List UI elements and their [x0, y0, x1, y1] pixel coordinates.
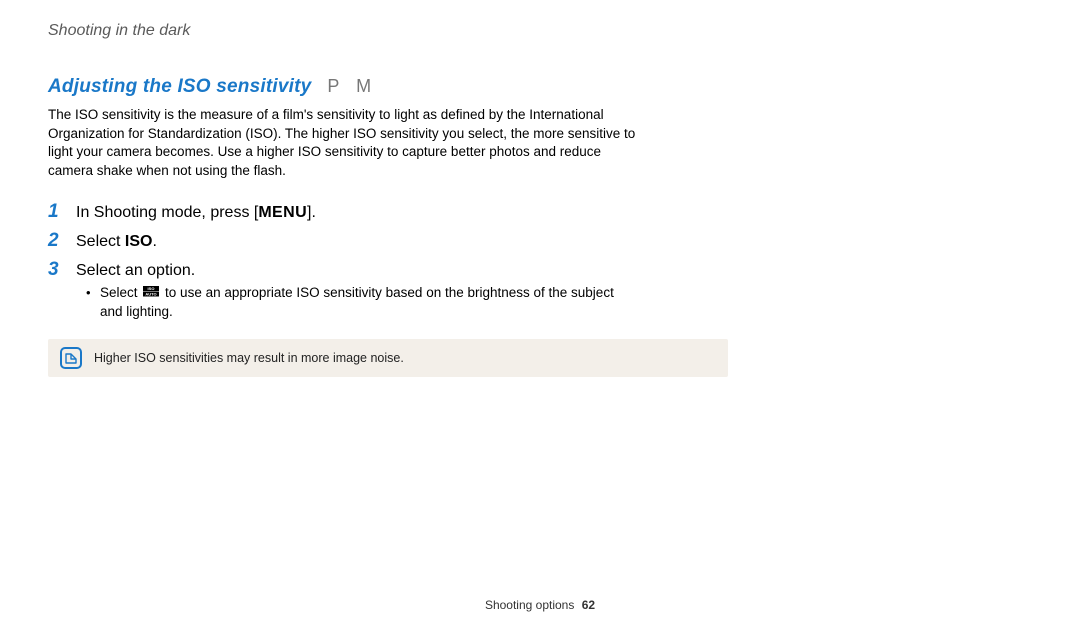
- svg-text:ISO: ISO: [148, 286, 155, 291]
- iso-auto-icon: ISO AUTO: [143, 284, 159, 303]
- note-icon: [60, 347, 82, 369]
- footer-section: Shooting options: [485, 598, 574, 612]
- step-text-pre: Select: [76, 233, 125, 250]
- bullet-pre: Select: [100, 285, 141, 300]
- note-text: Higher ISO sensitivities may result in m…: [94, 351, 404, 365]
- step-1: 1 In Shooting mode, press [MENU].: [48, 201, 648, 224]
- step-text: Select ISO.: [76, 230, 157, 253]
- step-2: 2 Select ISO.: [48, 230, 648, 253]
- step-3: 3 Select an option. Select ISO AUTO to u…: [48, 259, 648, 322]
- manual-page: Shooting in the dark Adjusting the ISO s…: [0, 0, 1080, 630]
- step-text-pre: In Shooting mode, press [: [76, 204, 258, 221]
- info-note: Higher ISO sensitivities may result in m…: [48, 339, 728, 377]
- step-body: Select an option. Select ISO AUTO to use…: [76, 259, 636, 322]
- step-number: 1: [48, 201, 66, 224]
- heading-row: Adjusting the ISO sensitivity P M: [48, 76, 1032, 98]
- page-number: 62: [582, 598, 595, 612]
- step-list: 1 In Shooting mode, press [MENU]. 2 Sele…: [48, 201, 648, 322]
- breadcrumb: Shooting in the dark: [48, 22, 1032, 40]
- svg-text:AUTO: AUTO: [146, 292, 157, 297]
- step-text: Select an option.: [76, 259, 636, 282]
- step-text-post: ].: [307, 204, 316, 221]
- menu-button-label: MENU: [258, 204, 307, 221]
- step-text: In Shooting mode, press [MENU].: [76, 201, 316, 224]
- step-text-post: .: [152, 233, 156, 250]
- bullet-post: to use an appropriate ISO sensitivity ba…: [100, 285, 614, 319]
- intro-paragraph: The ISO sensitivity is the measure of a …: [48, 106, 648, 181]
- iso-label: ISO: [125, 233, 153, 250]
- sub-bullet: Select ISO AUTO to use an appropriate IS…: [76, 284, 636, 321]
- section-heading: Adjusting the ISO sensitivity: [48, 76, 311, 98]
- step-number: 2: [48, 230, 66, 253]
- mode-indicators: P M: [327, 76, 377, 97]
- step-number: 3: [48, 259, 66, 282]
- page-footer: Shooting options 62: [0, 598, 1080, 612]
